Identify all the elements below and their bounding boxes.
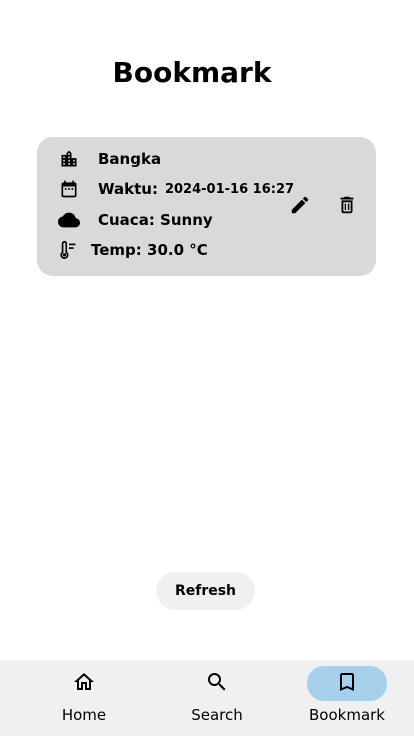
temp-text: Temp: 30.0 °C	[91, 241, 208, 259]
nav-label-search: Search	[191, 706, 243, 724]
delete-button[interactable]	[333, 193, 361, 221]
bottom-navigation: Home Search Bookmark	[0, 660, 414, 736]
search-icon	[205, 670, 229, 698]
nav-home-pill	[44, 666, 124, 701]
weather-text: Cuaca: Sunny	[98, 211, 213, 229]
nav-item-search[interactable]: Search	[167, 666, 267, 730]
time-label: Waktu:	[98, 180, 158, 198]
cloud-icon	[57, 208, 81, 232]
edit-button[interactable]	[286, 193, 314, 221]
temp-row: Temp: 30.0 °C	[57, 238, 208, 262]
refresh-button[interactable]: Refresh	[156, 572, 255, 610]
nav-item-home[interactable]: Home	[34, 666, 134, 730]
app-root: Bookmark Bangka Waktu: 2024-01-16 16:27 …	[0, 0, 414, 736]
calendar-icon	[57, 177, 81, 201]
weather-row: Cuaca: Sunny	[57, 208, 213, 232]
city-name: Bangka	[98, 150, 162, 168]
bookmark-card: Bangka Waktu: 2024-01-16 16:27 Cuaca: Su…	[37, 137, 376, 276]
trash-icon	[336, 194, 358, 220]
nav-label-home: Home	[61, 706, 107, 724]
pencil-icon	[289, 194, 311, 220]
bookmark-icon	[335, 670, 359, 698]
thermometer-icon	[57, 238, 81, 262]
nav-search-pill	[177, 666, 257, 701]
time-value: 2024-01-16 16:27	[164, 181, 295, 197]
page-title: Bookmark	[112, 56, 272, 89]
city-icon	[57, 147, 81, 171]
nav-bookmark-pill	[307, 666, 387, 701]
nav-label-bookmark: Bookmark	[309, 706, 385, 724]
time-row: Waktu: 2024-01-16 16:27	[57, 177, 294, 201]
home-icon	[72, 670, 96, 698]
nav-item-bookmark[interactable]: Bookmark	[297, 666, 397, 730]
city-row: Bangka	[57, 147, 161, 171]
